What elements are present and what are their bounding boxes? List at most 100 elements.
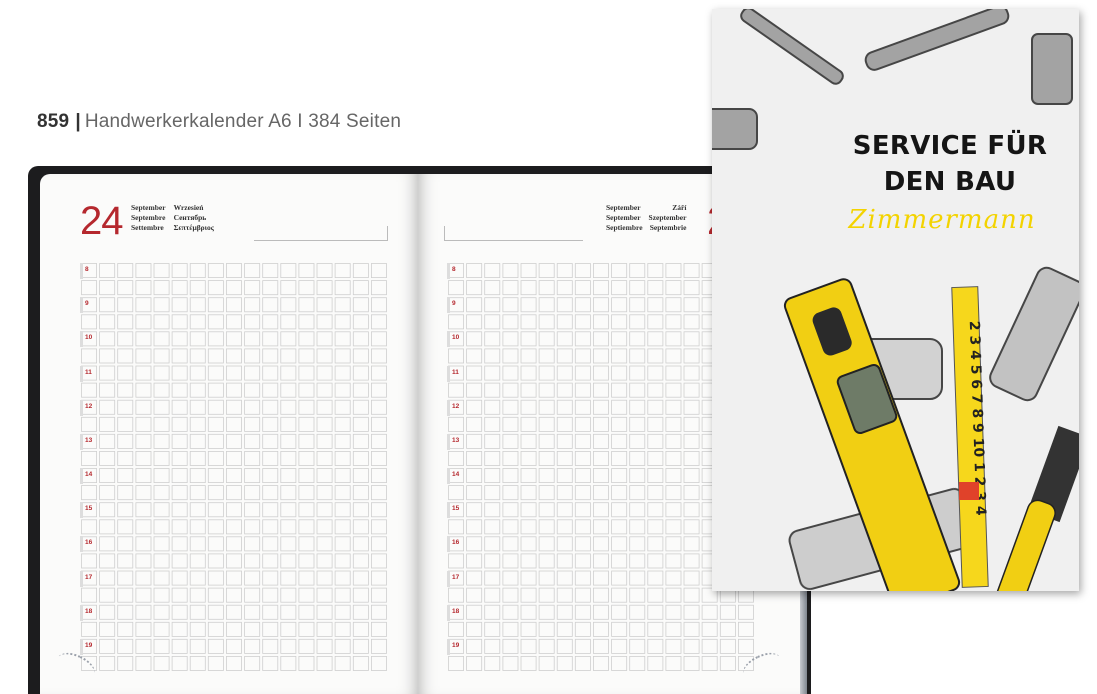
grid-cell bbox=[99, 587, 116, 603]
grid-cell bbox=[298, 433, 315, 449]
grid-cell bbox=[298, 655, 315, 671]
grid-cell bbox=[298, 297, 315, 313]
grid-cell bbox=[244, 382, 261, 398]
month-label: Septiembre bbox=[606, 223, 643, 232]
grid-cell bbox=[316, 450, 333, 466]
grid-cell bbox=[370, 416, 387, 432]
grid-cell bbox=[556, 621, 573, 637]
grid-cell bbox=[334, 399, 351, 415]
grid-cell bbox=[316, 348, 333, 364]
grid-cell bbox=[556, 416, 573, 432]
grid-cell bbox=[207, 450, 224, 466]
grid-cell bbox=[520, 553, 537, 569]
grid-cell bbox=[370, 485, 387, 501]
grid-cell bbox=[244, 468, 261, 484]
grid-cell bbox=[153, 382, 170, 398]
grid-cell bbox=[520, 604, 537, 620]
grid-cell bbox=[466, 331, 483, 347]
grid-cell bbox=[225, 655, 242, 671]
grid-cell bbox=[225, 604, 242, 620]
grid-cell bbox=[683, 450, 700, 466]
grid-cell bbox=[207, 638, 224, 654]
grid-cell bbox=[207, 297, 224, 313]
cover-illustration: 2 3 4 5 6 7 8 9 10 1 2 3 4 bbox=[712, 9, 1079, 591]
grid-cell bbox=[262, 519, 279, 535]
grid-cell bbox=[370, 263, 387, 279]
grid-cell bbox=[484, 297, 501, 313]
grid-cell bbox=[135, 399, 152, 415]
grid-cell bbox=[683, 587, 700, 603]
grid-cell bbox=[262, 450, 279, 466]
grid-cell bbox=[592, 570, 609, 586]
hour-label: 17 bbox=[452, 573, 460, 581]
grid-cell bbox=[207, 433, 224, 449]
grid-cell bbox=[556, 331, 573, 347]
grid-cell bbox=[244, 450, 261, 466]
grid-cell bbox=[592, 536, 609, 552]
grid-cell bbox=[502, 485, 519, 501]
grid-cell bbox=[647, 587, 664, 603]
grid-cell bbox=[556, 314, 573, 330]
grid-cell bbox=[592, 450, 609, 466]
grid-cell bbox=[683, 433, 700, 449]
grid-cell bbox=[448, 519, 465, 535]
grid-cell bbox=[647, 297, 664, 313]
grid-cell bbox=[574, 655, 591, 671]
grid-cell bbox=[520, 587, 537, 603]
grid-cell bbox=[611, 297, 628, 313]
grid-cell bbox=[316, 280, 333, 296]
grid-cell bbox=[316, 519, 333, 535]
grid-cell bbox=[171, 570, 188, 586]
grid-cell bbox=[298, 604, 315, 620]
grid-cell bbox=[280, 433, 297, 449]
grid-cell bbox=[117, 450, 134, 466]
grid-cell bbox=[189, 263, 206, 279]
hour-label: 16 bbox=[452, 539, 460, 547]
hour-label: 8 bbox=[452, 266, 456, 273]
grid-cell bbox=[484, 536, 501, 552]
grid-cell bbox=[502, 587, 519, 603]
grid-cell bbox=[135, 502, 152, 518]
grid-cell bbox=[153, 587, 170, 603]
grid-cell bbox=[502, 433, 519, 449]
grid-cell bbox=[592, 587, 609, 603]
grid-cell bbox=[298, 365, 315, 381]
grid-cell bbox=[592, 382, 609, 398]
grid-cell bbox=[298, 348, 315, 364]
grid-cell bbox=[334, 433, 351, 449]
grid-cell bbox=[171, 519, 188, 535]
grid-cell bbox=[262, 365, 279, 381]
grid-cell bbox=[665, 382, 682, 398]
grid-cell bbox=[280, 450, 297, 466]
grid-cell bbox=[629, 553, 646, 569]
grid-cell bbox=[316, 502, 333, 518]
grid-cell bbox=[316, 297, 333, 313]
grid-cell bbox=[280, 399, 297, 415]
grid-cell bbox=[484, 604, 501, 620]
grid-cell bbox=[611, 280, 628, 296]
grid-cell bbox=[370, 468, 387, 484]
grid-cell bbox=[370, 348, 387, 364]
grid-cell bbox=[466, 433, 483, 449]
grid-cell bbox=[153, 519, 170, 535]
grid-cell bbox=[502, 468, 519, 484]
grid-cell bbox=[629, 638, 646, 654]
grid-cell bbox=[207, 280, 224, 296]
grid-cell bbox=[647, 485, 664, 501]
grid-cell bbox=[153, 638, 170, 654]
grid-cell bbox=[574, 570, 591, 586]
grid-cell bbox=[117, 604, 134, 620]
grid-cell bbox=[352, 655, 369, 671]
grid-cell bbox=[629, 348, 646, 364]
grid-cell bbox=[117, 570, 134, 586]
grid-cell bbox=[334, 621, 351, 637]
grid-cell bbox=[629, 382, 646, 398]
grid-cell bbox=[611, 604, 628, 620]
grid-cell bbox=[574, 502, 591, 518]
hour-marker bbox=[447, 638, 450, 655]
grid-cell bbox=[262, 382, 279, 398]
grid-cell bbox=[370, 553, 387, 569]
grid-cell bbox=[466, 553, 483, 569]
grid-cell bbox=[117, 416, 134, 432]
grid-cell bbox=[153, 485, 170, 501]
